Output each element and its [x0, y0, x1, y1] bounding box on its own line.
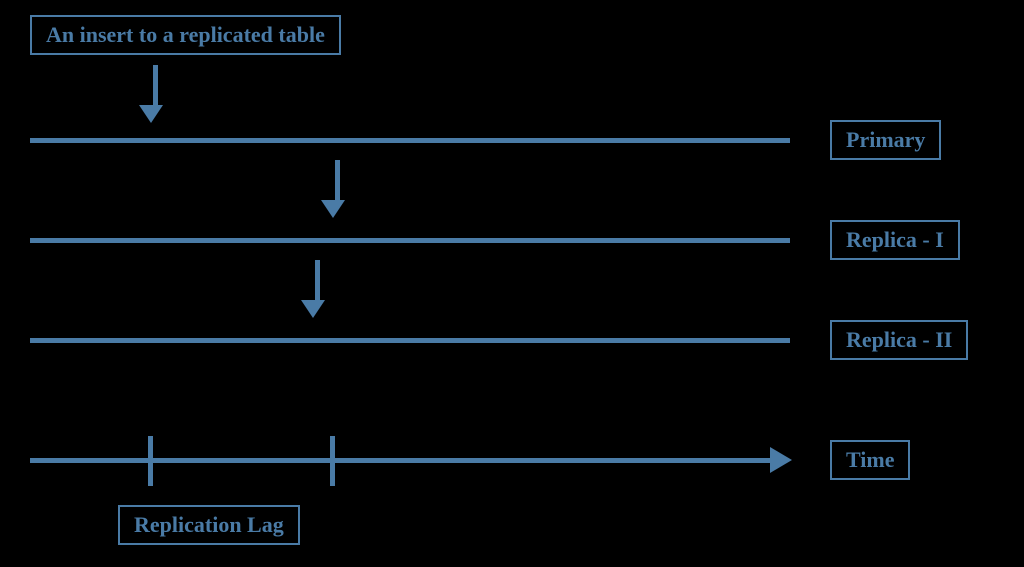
time-arrow-head-icon [770, 447, 792, 473]
time-tick-end [330, 436, 335, 486]
replica1-label: Replica - I [830, 220, 960, 260]
insert-event-label: An insert to a replicated table [30, 15, 341, 55]
primary-timeline [30, 138, 790, 143]
replication-lag-label: Replication Lag [118, 505, 300, 545]
time-tick-start [148, 436, 153, 486]
time-axis-line [30, 458, 770, 463]
arrow-primary-to-replica1 [330, 160, 345, 218]
time-label: Time [830, 440, 910, 480]
arrow-insert-to-primary [148, 65, 163, 123]
replica2-timeline [30, 338, 790, 343]
replica2-label: Replica - II [830, 320, 968, 360]
replica1-timeline [30, 238, 790, 243]
arrow-replica1-to-replica2 [310, 260, 325, 318]
primary-label: Primary [830, 120, 941, 160]
